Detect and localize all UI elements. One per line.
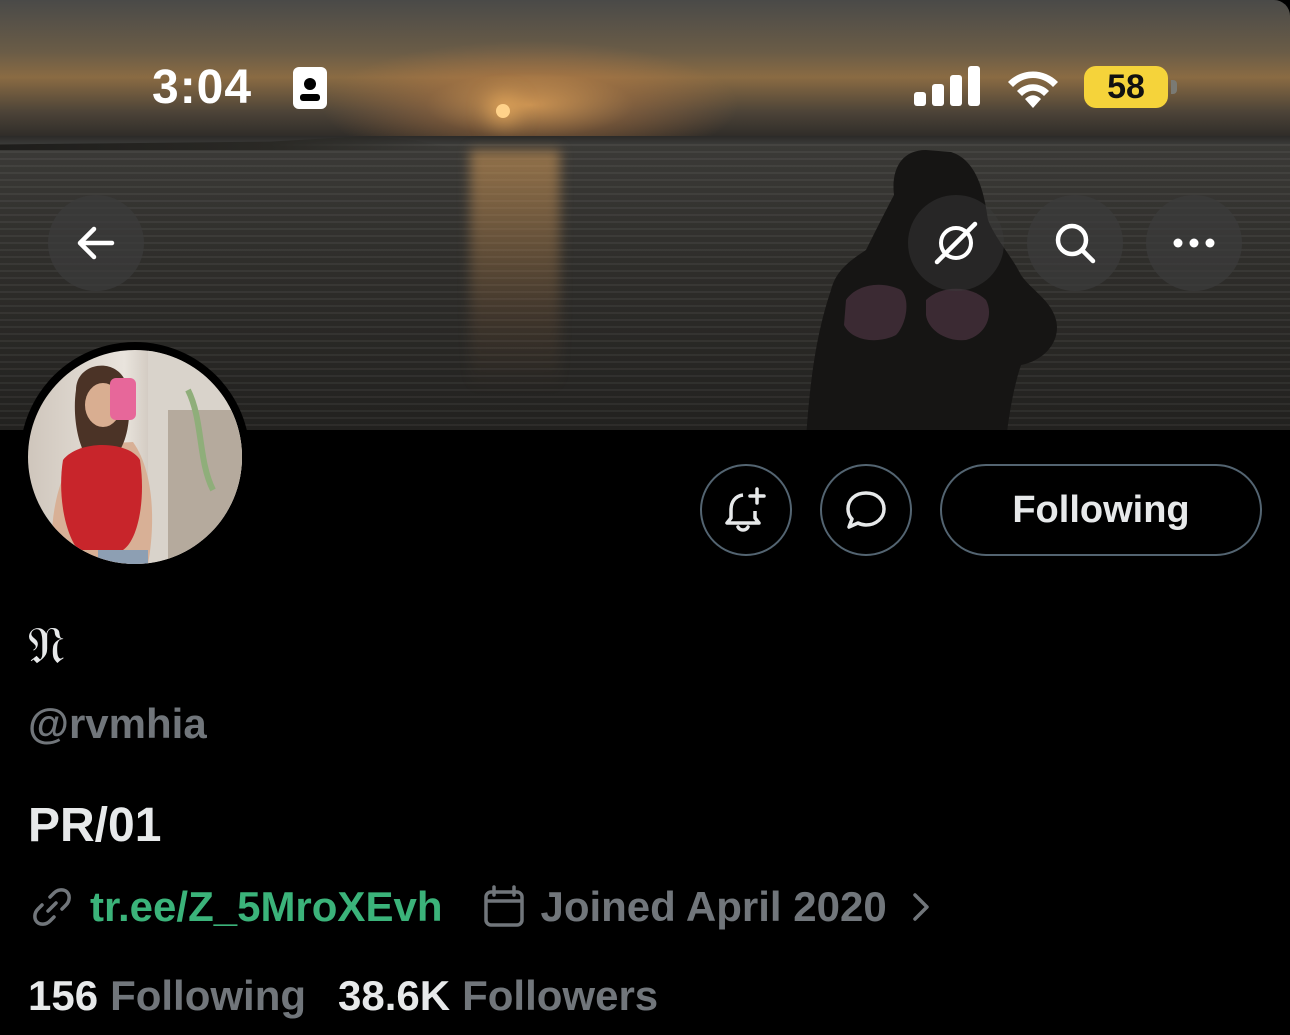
- more-horizontal-icon: [1173, 238, 1215, 248]
- search-button[interactable]: [1027, 195, 1123, 291]
- profile-avatar[interactable]: [20, 342, 250, 572]
- grok-icon: [934, 221, 978, 265]
- wifi-icon: [1008, 71, 1058, 108]
- search-icon: [1055, 223, 1096, 264]
- bell-plus-icon: [725, 487, 766, 532]
- profile-website-link[interactable]: tr.ee/Z_5MroXEvh: [90, 883, 442, 931]
- grok-button[interactable]: [908, 195, 1004, 291]
- display-name: 𝔑: [28, 616, 65, 676]
- battery-indicator: 58: [1084, 66, 1168, 108]
- battery-nub: [1171, 80, 1177, 94]
- chevron-right-icon[interactable]: [905, 887, 935, 927]
- person-silhouette: [806, 150, 1057, 430]
- cellular-signal-icon: [914, 66, 980, 106]
- arrow-left-icon: [77, 226, 115, 260]
- avatar-illustration: [51, 350, 242, 564]
- following-count-label: Following: [110, 972, 307, 1019]
- more-button[interactable]: [1146, 195, 1242, 291]
- following-button[interactable]: Following: [940, 464, 1262, 556]
- sun: [496, 104, 510, 118]
- status-time: 3:04: [152, 61, 253, 114]
- profile-counts: 156 Following 38.6K Followers: [28, 972, 658, 1020]
- followers-stat[interactable]: 38.6K Followers: [338, 972, 658, 1020]
- sun-reflection: [470, 150, 560, 390]
- profile-handle: @rvmhia: [28, 700, 207, 747]
- id-card-icon: [293, 67, 327, 109]
- notifications-button[interactable]: [700, 464, 792, 556]
- followers-count-label: Followers: [462, 972, 659, 1019]
- message-button[interactable]: [820, 464, 912, 556]
- profile-bio: PR/01: [28, 799, 162, 852]
- calendar-icon: [484, 885, 525, 927]
- back-button[interactable]: [48, 195, 144, 291]
- followers-count: 38.6K: [338, 972, 451, 1019]
- profile-meta-row: tr.ee/Z_5MroXEvh Joined April 2020: [28, 880, 935, 934]
- link-icon: [33, 888, 71, 926]
- avatar-photo: [28, 350, 242, 564]
- profile-joined-date[interactable]: Joined April 2020: [540, 883, 886, 931]
- message-bubble-icon: [846, 491, 886, 529]
- following-count: 156: [28, 972, 99, 1019]
- following-stat[interactable]: 156 Following: [28, 972, 306, 1020]
